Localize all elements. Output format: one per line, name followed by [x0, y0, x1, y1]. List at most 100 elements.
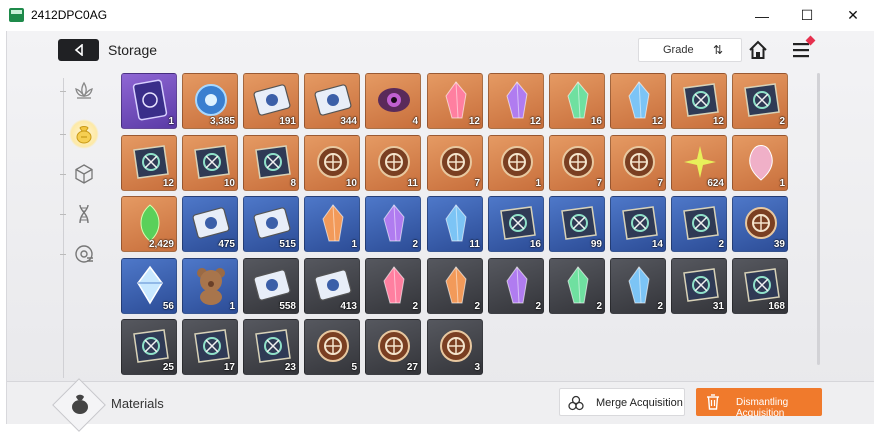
item-slot[interactable]: 1 — [182, 258, 238, 314]
medal-icon — [562, 146, 594, 178]
item-quantity: 16 — [529, 239, 541, 250]
item-slot[interactable]: 16 — [549, 73, 605, 129]
item-slot[interactable]: 515 — [243, 196, 299, 252]
item-slot[interactable]: 39 — [732, 196, 788, 252]
item-quantity: 12 — [529, 116, 541, 127]
sidebar-tick — [60, 91, 66, 92]
item-slot[interactable]: 2 — [365, 258, 421, 314]
item-slot[interactable]: 11 — [365, 135, 421, 191]
item-slot[interactable]: 2 — [671, 196, 727, 252]
item-quantity: 1 — [351, 239, 357, 250]
item-slot[interactable]: 5 — [304, 319, 360, 375]
item-slot[interactable]: 31 — [671, 258, 727, 314]
sidebar-item-cube[interactable] — [69, 159, 99, 189]
back-button[interactable] — [58, 39, 99, 61]
item-slot[interactable]: 25 — [121, 319, 177, 375]
item-slot[interactable]: 7 — [610, 135, 666, 191]
item-slot[interactable]: 624 — [671, 135, 727, 191]
item-quantity: 624 — [707, 178, 724, 189]
item-slot[interactable]: 10 — [304, 135, 360, 191]
item-quantity: 515 — [279, 239, 296, 250]
materials-bag-icon[interactable] — [67, 391, 93, 417]
sort-order-icon[interactable]: ⇅ — [713, 43, 723, 57]
item-quantity: 7 — [657, 178, 663, 189]
item-quantity: 12 — [162, 178, 174, 189]
item-slot[interactable]: 2 — [488, 258, 544, 314]
item-slot[interactable]: 7 — [549, 135, 605, 191]
item-quantity: 7 — [596, 178, 602, 189]
item-slot[interactable]: 2 — [549, 258, 605, 314]
item-slot[interactable]: 3,385 — [182, 73, 238, 129]
item-slot[interactable]: 17 — [182, 319, 238, 375]
item-slot[interactable]: 2 — [427, 258, 483, 314]
item-quantity: 17 — [223, 362, 235, 373]
item-slot[interactable]: 2 — [365, 196, 421, 252]
item-slot[interactable]: 2,429 — [121, 196, 177, 252]
item-slot[interactable]: 4 — [365, 73, 421, 129]
item-slot[interactable]: 23 — [243, 319, 299, 375]
item-quantity: 2 — [412, 301, 418, 312]
item-slot[interactable]: 3 — [427, 319, 483, 375]
item-slot[interactable]: 12 — [427, 73, 483, 129]
sidebar-item-dna[interactable] — [69, 199, 99, 229]
item-slot[interactable]: 7 — [427, 135, 483, 191]
item-slot[interactable]: 2 — [610, 258, 666, 314]
sidebar-item-lotus[interactable] — [69, 76, 99, 106]
category-label: Materials — [111, 396, 164, 411]
sidebar-item-bag[interactable] — [69, 119, 99, 149]
book-icon — [744, 83, 780, 117]
item-quantity: 413 — [340, 301, 357, 312]
item-slot[interactable]: 12 — [610, 73, 666, 129]
minimize-button[interactable]: — — [739, 0, 785, 31]
item-slot[interactable]: 168 — [732, 258, 788, 314]
item-slot[interactable]: 475 — [182, 196, 238, 252]
item-quantity: 11 — [407, 178, 418, 189]
item-slot[interactable]: 413 — [304, 258, 360, 314]
item-quantity: 2 — [596, 301, 602, 312]
item-slot[interactable]: 2 — [732, 73, 788, 129]
item-quantity: 2 — [412, 239, 418, 250]
dismantling-acquisition-label: Dismantling Acquisition — [736, 397, 789, 419]
item-slot[interactable]: 12 — [121, 135, 177, 191]
item-slot[interactable]: 1 — [732, 135, 788, 191]
home-icon[interactable] — [748, 40, 768, 60]
teddy-bear-icon — [197, 268, 225, 305]
item-quantity: 3,385 — [209, 116, 235, 127]
item-slot[interactable]: 11 — [427, 196, 483, 252]
item-slot[interactable]: 27 — [365, 319, 421, 375]
item-quantity: 10 — [345, 178, 357, 189]
sidebar-tick — [60, 214, 66, 215]
crystal-blue-icon — [628, 266, 650, 304]
item-slot[interactable]: 12 — [488, 73, 544, 129]
crystal-green-icon — [567, 266, 589, 304]
item-slot[interactable]: 191 — [243, 73, 299, 129]
close-button[interactable]: ✕ — [830, 0, 876, 31]
item-slot[interactable]: 12 — [671, 73, 727, 129]
item-slot[interactable]: 1 — [304, 196, 360, 252]
item-slot[interactable]: 16 — [488, 196, 544, 252]
dismantling-acquisition-button[interactable]: Dismantling Acquisition — [696, 388, 822, 419]
sidebar-tick — [60, 134, 66, 135]
merge-acquisition-button[interactable]: Merge Acquisition — [559, 388, 685, 416]
item-slot[interactable]: 1 — [488, 135, 544, 191]
item-slot[interactable]: 56 — [121, 258, 177, 314]
maximize-button[interactable]: ☐ — [784, 0, 830, 31]
grid-scrollbar[interactable] — [817, 73, 820, 365]
item-slot[interactable]: 558 — [243, 258, 299, 314]
crystal-orange-icon — [445, 266, 467, 304]
back-arrow-icon — [74, 44, 83, 56]
item-slot[interactable]: 344 — [304, 73, 360, 129]
item-quantity: 11 — [469, 239, 480, 250]
item-slot[interactable]: 8 — [243, 135, 299, 191]
item-slot[interactable]: 10 — [182, 135, 238, 191]
item-slot[interactable]: 99 — [549, 196, 605, 252]
item-slot[interactable]: 1 — [121, 73, 177, 129]
item-quantity: 2 — [657, 301, 663, 312]
sidebar-item-disc[interactable] — [69, 239, 99, 269]
item-slot[interactable]: 14 — [610, 196, 666, 252]
item-quantity: 56 — [162, 301, 174, 312]
app-icon — [9, 8, 24, 22]
grade-sort-dropdown[interactable]: Grade ⇅ — [638, 38, 742, 62]
item-quantity: 27 — [406, 362, 418, 373]
grade-label: Grade — [663, 44, 694, 56]
